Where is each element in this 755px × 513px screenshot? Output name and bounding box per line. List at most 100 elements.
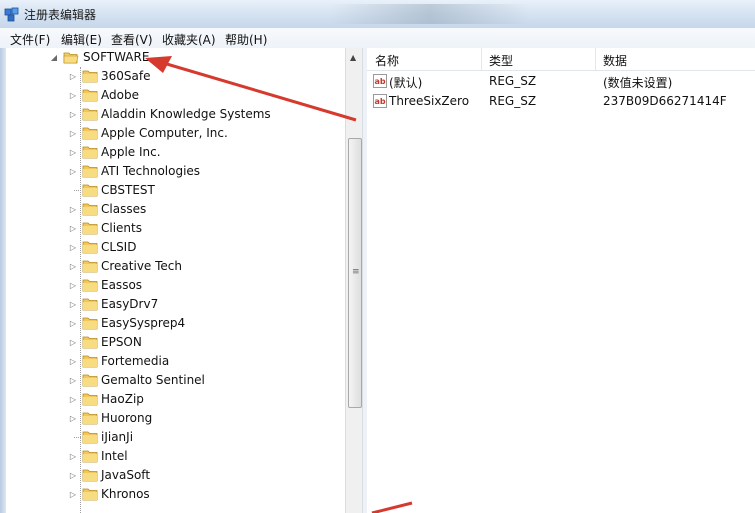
column-header-name[interactable]: 名称 — [375, 52, 399, 69]
tree-node[interactable]: ▷ ATI Technologies — [6, 162, 345, 181]
tree-node[interactable]: iJianJi — [6, 428, 345, 447]
tree-node-label: Huorong — [101, 411, 153, 425]
expand-arrow-icon[interactable]: ▷ — [69, 168, 77, 176]
tree-node-label: 360Safe — [101, 69, 151, 83]
tree-branch-line — [74, 190, 81, 191]
tree-node[interactable]: ▷ Eassos — [6, 276, 345, 295]
values-list[interactable]: 名称 类型 数据 ab (默认) REG_SZ (数值未设置) ab Three… — [367, 48, 755, 513]
expand-arrow-icon[interactable]: ▷ — [69, 111, 77, 119]
expand-arrow-icon[interactable]: ▷ — [69, 339, 77, 347]
tree-node[interactable]: ▷ EasySysprep4 — [6, 314, 345, 333]
tree-node-label: HaoZip — [101, 392, 144, 406]
tree-node[interactable]: ▷ Classes — [6, 200, 345, 219]
expand-arrow-icon[interactable]: ▷ — [69, 149, 77, 157]
title-glass-decoration — [330, 4, 530, 24]
tree-node-label: Fortemedia — [101, 354, 170, 368]
regedit-icon — [4, 7, 19, 22]
tree-node-label: Clients — [101, 221, 142, 235]
menu-favorites[interactable]: 收藏夹(A) — [162, 31, 216, 48]
tree-node[interactable]: ▷ Creative Tech — [6, 257, 345, 276]
folder-icon — [82, 298, 98, 311]
menu-help[interactable]: 帮助(H) — [225, 31, 267, 48]
expand-arrow-icon[interactable]: ▷ — [69, 73, 77, 81]
collapse-arrow-icon[interactable]: ◢ — [50, 54, 58, 62]
folder-icon — [82, 450, 98, 463]
menu-bar: 文件(F) 编辑(E) 查看(V) 收藏夹(A) 帮助(H) — [0, 28, 755, 49]
expand-arrow-icon[interactable]: ▷ — [69, 320, 77, 328]
tree-node[interactable]: ▷ JavaSoft — [6, 466, 345, 485]
tree-node[interactable]: ▷ Apple Inc. — [6, 143, 345, 162]
expand-arrow-icon[interactable]: ▷ — [69, 225, 77, 233]
folder-icon — [82, 70, 98, 83]
tree-node[interactable]: ▷ Huorong — [6, 409, 345, 428]
folder-icon — [82, 393, 98, 406]
folder-icon — [82, 279, 98, 292]
expand-arrow-icon[interactable]: ▷ — [69, 377, 77, 385]
tree-vertical-scrollbar[interactable]: ▲ ≡ — [345, 48, 363, 513]
tree-node[interactable]: ▷ Fortemedia — [6, 352, 345, 371]
tree-node-label: EasySysprep4 — [101, 316, 186, 330]
tree-node[interactable]: ▷ HaoZip — [6, 390, 345, 409]
tree-node-label: ATI Technologies — [101, 164, 201, 178]
tree-node-label: Khronos — [101, 487, 150, 501]
menu-file[interactable]: 文件(F) — [10, 31, 50, 48]
tree-node[interactable]: ▷ Gemalto Sentinel — [6, 371, 345, 390]
folder-icon — [82, 146, 98, 159]
tree-node[interactable]: ▷ Clients — [6, 219, 345, 238]
tree-node[interactable]: ▷ CLSID — [6, 238, 345, 257]
expand-arrow-icon[interactable]: ▷ — [69, 130, 77, 138]
expand-arrow-icon[interactable]: ▷ — [69, 92, 77, 100]
tree-node-label: Classes — [101, 202, 147, 216]
tree-node[interactable]: ▷ EasyDrv7 — [6, 295, 345, 314]
tree-node-label: Aladdin Knowledge Systems — [101, 107, 271, 121]
tree-node-label: SOFTWARE — [83, 50, 150, 64]
folder-icon — [82, 203, 98, 216]
tree-node-label: iJianJi — [101, 430, 134, 444]
tree-node-label: EasyDrv7 — [101, 297, 159, 311]
value-row[interactable]: ab ThreeSixZero REG_SZ 237B09D66271414F — [367, 92, 755, 111]
value-data: 237B09D66271414F — [603, 94, 727, 108]
tree-node[interactable]: ▷ Khronos — [6, 485, 345, 504]
folder-icon — [82, 412, 98, 425]
expand-arrow-icon[interactable]: ▷ — [69, 263, 77, 271]
tree-node[interactable]: CBSTEST — [6, 181, 345, 200]
tree-node[interactable]: ▷ EPSON — [6, 333, 345, 352]
menu-view[interactable]: 查看(V) — [111, 31, 153, 48]
expand-arrow-icon[interactable]: ▷ — [69, 491, 77, 499]
expand-arrow-icon[interactable]: ▷ — [69, 396, 77, 404]
tree-node[interactable]: ▷ Apple Computer, Inc. — [6, 124, 345, 143]
tree-node[interactable]: ▷ Aladdin Knowledge Systems — [6, 105, 345, 124]
column-divider[interactable] — [595, 48, 596, 70]
expand-arrow-icon[interactable]: ▷ — [69, 472, 77, 480]
folder-icon — [82, 165, 98, 178]
registry-key-tree[interactable]: ◢ SOFTWARE ▷ 360Safe ▷ Adobe ▷ Aladdin Knowle… — [6, 48, 345, 513]
folder-icon — [82, 108, 98, 121]
window-title: 注册表编辑器 — [24, 8, 97, 22]
string-value-icon: ab — [373, 74, 387, 88]
expand-arrow-icon[interactable]: ▷ — [69, 358, 77, 366]
tree-node-label: Apple Computer, Inc. — [101, 126, 228, 140]
expand-arrow-icon[interactable]: ▷ — [69, 244, 77, 252]
value-name: (默认) — [389, 76, 423, 90]
expand-arrow-icon[interactable]: ▷ — [69, 282, 77, 290]
tree-node-label: CLSID — [101, 240, 137, 254]
tree-node-label: Gemalto Sentinel — [101, 373, 205, 387]
folder-icon — [82, 355, 98, 368]
value-row[interactable]: ab (默认) REG_SZ (数值未设置) — [367, 72, 755, 91]
menu-edit[interactable]: 编辑(E) — [61, 31, 102, 48]
folder-icon — [82, 184, 98, 197]
folder-icon — [82, 260, 98, 273]
expand-arrow-icon[interactable]: ▷ — [69, 453, 77, 461]
tree-node[interactable]: ▷ 360Safe — [6, 67, 345, 86]
scroll-thumb[interactable]: ≡ — [348, 138, 362, 408]
expand-arrow-icon[interactable]: ▷ — [69, 415, 77, 423]
column-header-type[interactable]: 类型 — [489, 52, 513, 69]
expand-arrow-icon[interactable]: ▷ — [69, 301, 77, 309]
tree-node-software[interactable]: ◢ SOFTWARE — [6, 48, 345, 67]
column-header-data[interactable]: 数据 — [603, 52, 627, 69]
column-divider[interactable] — [481, 48, 482, 70]
tree-node[interactable]: ▷ Intel — [6, 447, 345, 466]
scroll-up-icon[interactable]: ▲ — [350, 53, 356, 62]
expand-arrow-icon[interactable]: ▷ — [69, 206, 77, 214]
tree-node[interactable]: ▷ Adobe — [6, 86, 345, 105]
